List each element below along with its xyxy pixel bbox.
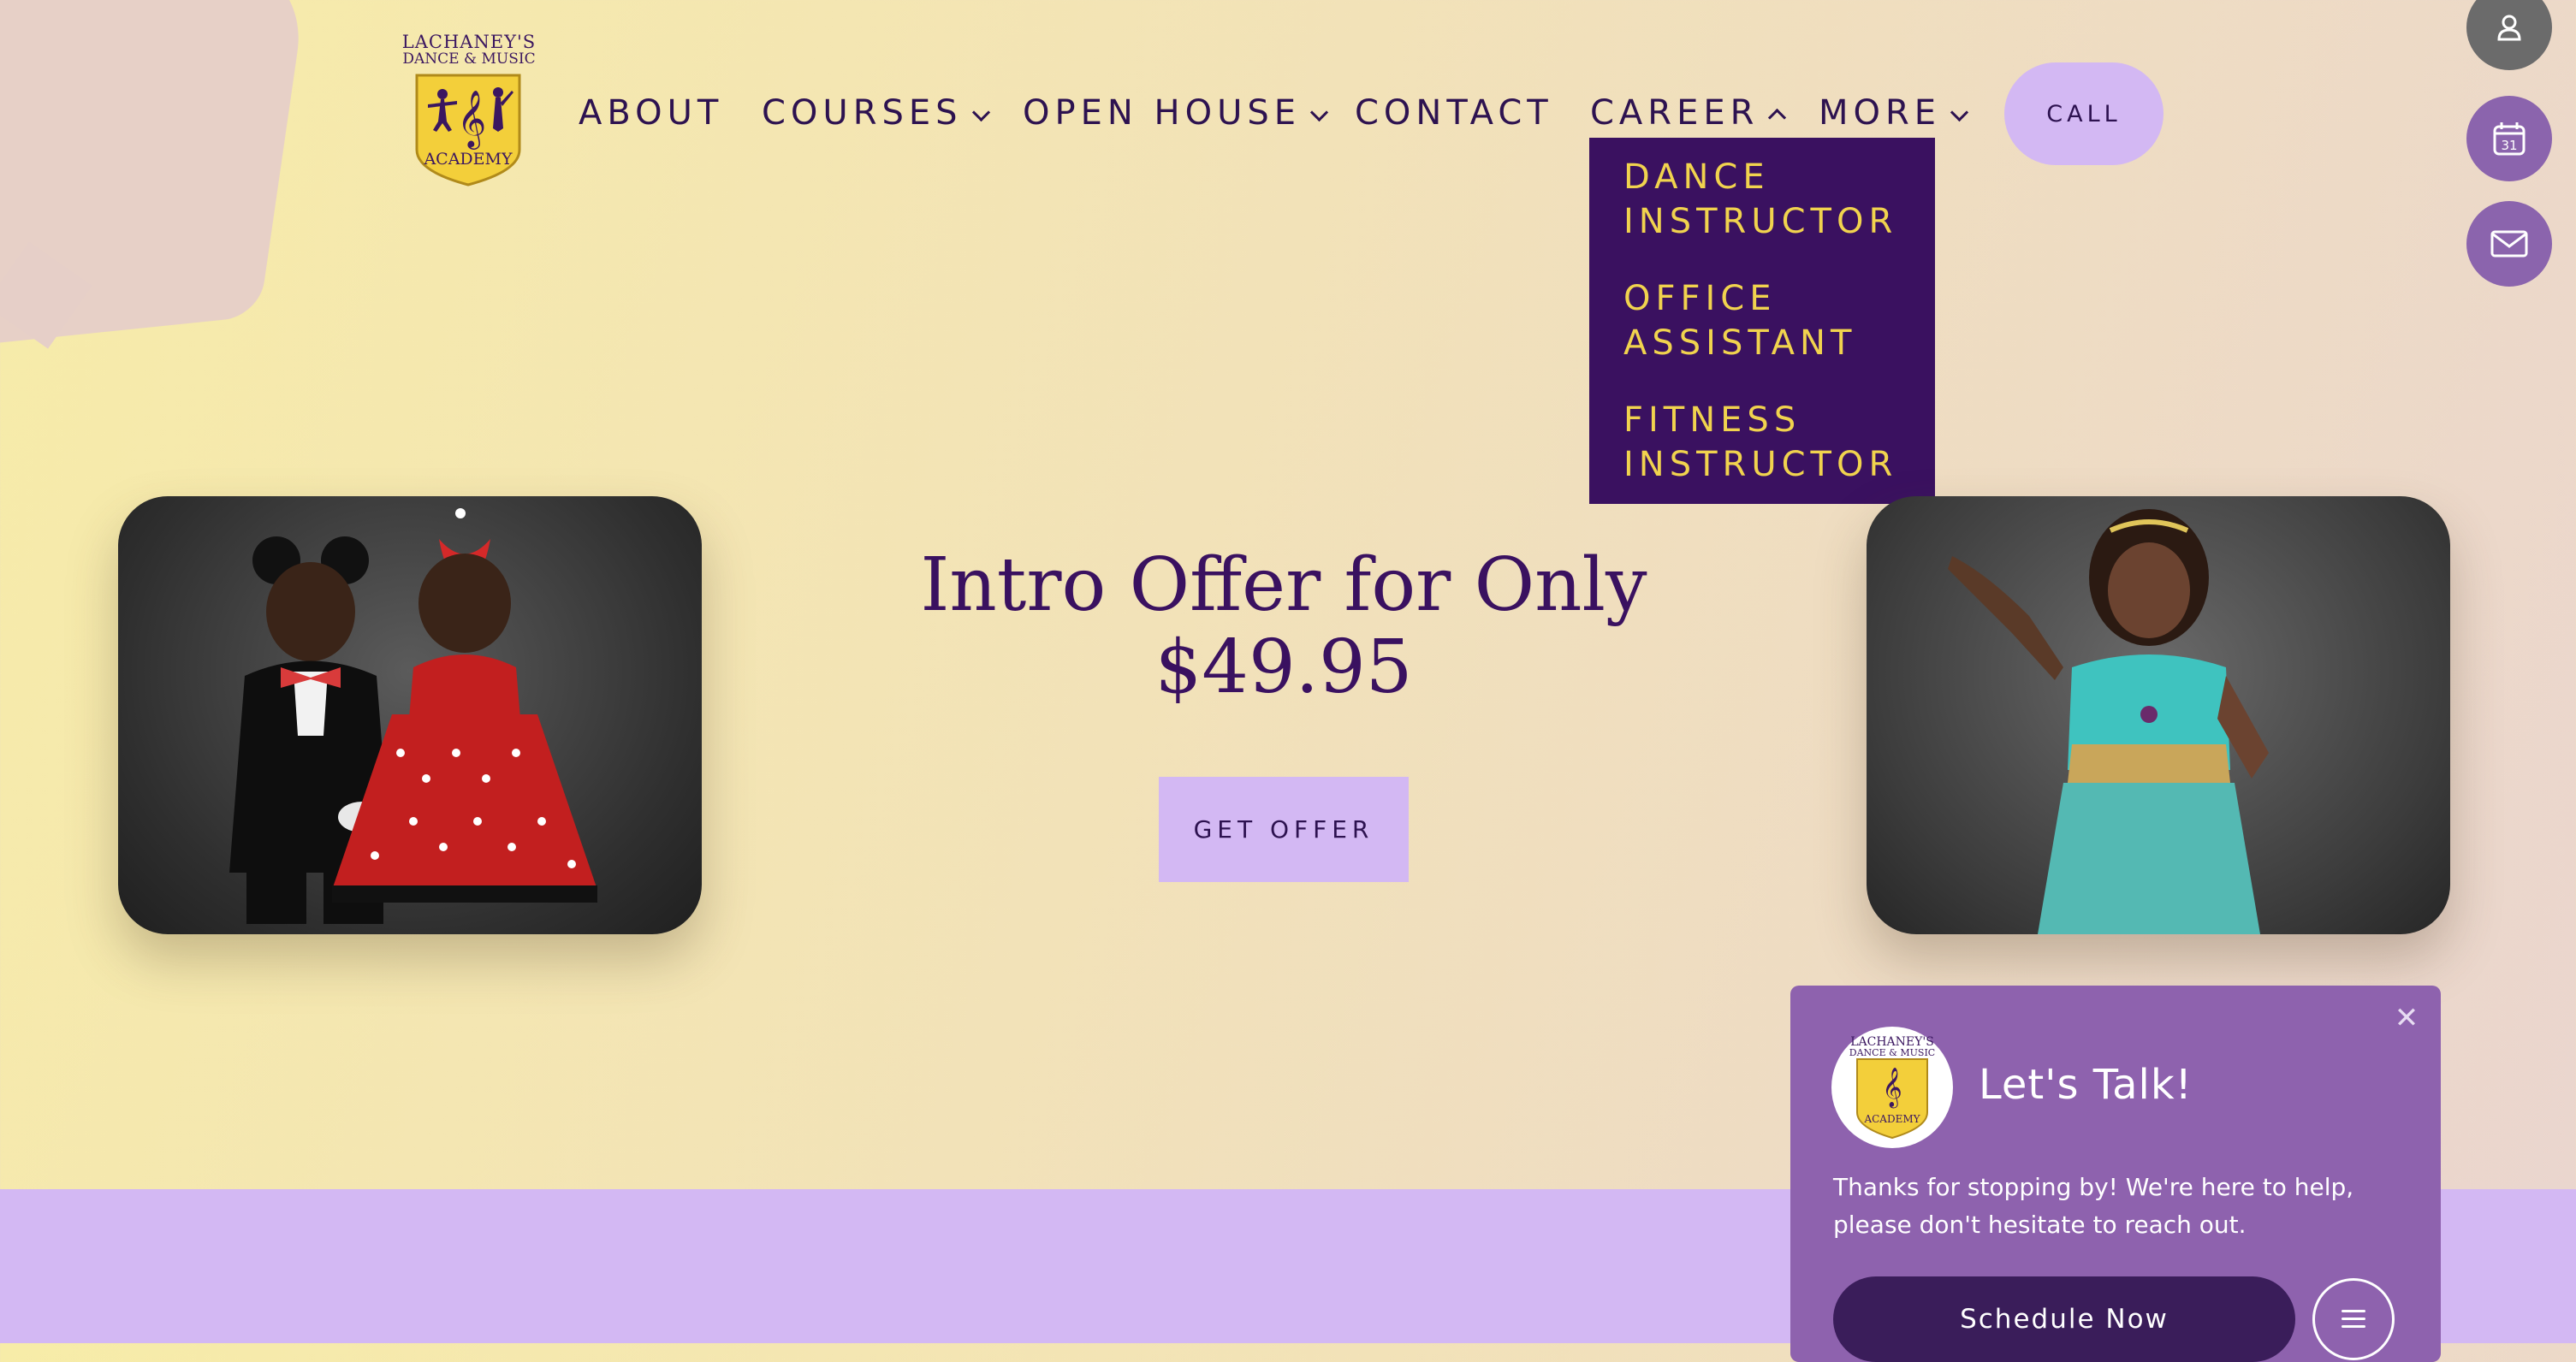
calendar-button[interactable]: 31 [2466,96,2552,181]
logo-shield-icon: 𝄞 ACADEMY [415,74,521,187]
get-offer-button[interactable]: GET OFFER [1159,777,1409,882]
hero-title: Intro Offer for Only $49.95 [856,544,1712,708]
calendar-icon: 31 [2493,122,2526,156]
account-button[interactable] [2466,0,2552,70]
nav-courses[interactable]: COURSES [762,92,990,133]
photo-girl-genie-costume [1867,496,2450,934]
mail-icon [2490,230,2528,258]
dropdown-item-office-assistant[interactable]: OFFICE ASSISTANT [1623,276,1932,365]
site-logo[interactable]: LACHANEY'S DANCE & MUSIC 𝄞 ACADEMY [401,33,537,195]
chevron-down-icon [1309,103,1329,122]
chat-message: Thanks for stopping by! We're here to he… [1833,1173,2354,1239]
nav-contact[interactable]: CONTACT [1355,92,1553,133]
chat-title: Let's Talk! [1979,1061,2193,1109]
photo-children-mouse-costumes [118,496,702,934]
dropdown-item-fitness-instructor[interactable]: FITNESS INSTRUCTOR [1623,398,1932,487]
logo-text-name: LACHANEY'S [401,32,537,52]
call-button[interactable]: CALL [2004,62,2163,165]
logo-text-subtitle: DANCE & MUSIC [402,50,536,68]
chevron-up-icon [1768,108,1787,127]
chat-widget: ✕ LACHANEY'S DANCE & MUSIC 𝄞 ACADEMY Let… [1790,986,2441,1362]
hero-title-line1: Intro Offer for Only [920,542,1647,628]
svg-text:𝄞: 𝄞 [457,89,486,150]
svg-text:𝄞: 𝄞 [1882,1068,1902,1109]
career-dropdown-menu: DANCE INSTRUCTOR OFFICE ASSISTANT FITNES… [1589,138,1935,504]
dropdown-item-dance-instructor[interactable]: DANCE INSTRUCTOR [1623,155,1932,244]
nav-career[interactable]: CAREER [1590,92,1787,133]
chat-menu-button[interactable] [2312,1278,2395,1360]
hero-title-line2: $49.95 [1154,625,1413,710]
nav-open-house[interactable]: OPEN HOUSE [1023,92,1329,133]
svg-text:ACADEMY: ACADEMY [423,150,513,169]
logo-shield-icon: LACHANEY'S DANCE & MUSIC 𝄞 ACADEMY [1849,1035,1935,1140]
svg-text:31: 31 [2501,138,2517,153]
svg-text:ACADEMY: ACADEMY [1863,1113,1920,1125]
schedule-now-button[interactable]: Schedule Now [1833,1276,2295,1362]
svg-text:DANCE & MUSIC: DANCE & MUSIC [1849,1047,1935,1058]
chevron-down-icon [971,103,990,122]
close-icon[interactable]: ✕ [2391,1003,2422,1033]
menu-icon [2342,1310,2365,1328]
nav-about[interactable]: ABOUT [579,92,723,133]
nav-more[interactable]: MORE [1819,92,1969,133]
chat-avatar: LACHANEY'S DANCE & MUSIC 𝄞 ACADEMY [1831,1027,1953,1148]
email-button[interactable] [2466,201,2552,287]
user-icon [2497,15,2521,41]
chevron-down-icon [1950,103,1969,122]
